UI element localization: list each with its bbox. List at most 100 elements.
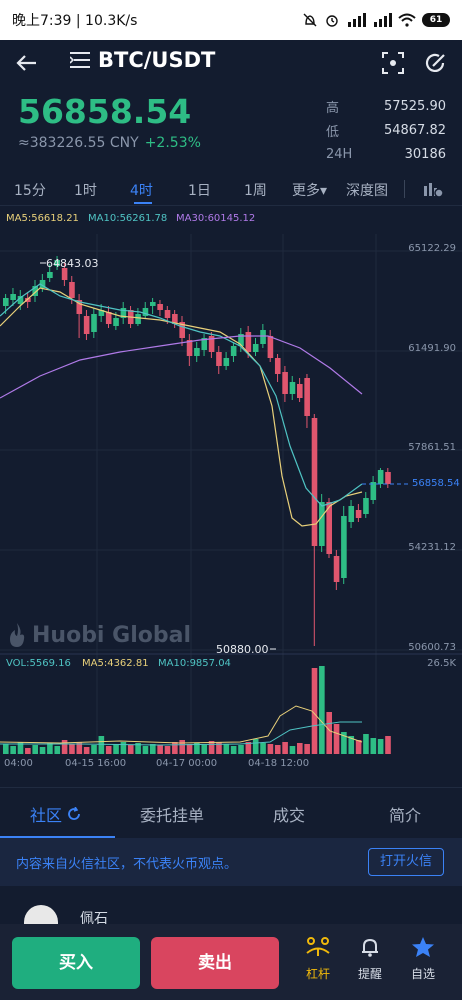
notice-text: 内容来自火信社区，不代表火币观点。: [16, 857, 238, 872]
buy-button[interactable]: 买入: [12, 937, 140, 989]
candle-body: [230, 346, 237, 356]
header: BTC/USDT: [0, 40, 462, 86]
candle-body: [355, 510, 362, 518]
tab-trades[interactable]: 成交: [273, 802, 305, 826]
candle-body: [304, 378, 310, 416]
battery-indicator: 61: [422, 13, 450, 27]
candle-body: [311, 418, 318, 546]
candle-body: [333, 556, 340, 582]
huobi-flame-icon: [10, 623, 25, 647]
tab-more[interactable]: 更多▾: [292, 180, 327, 200]
candle-body: [47, 272, 53, 278]
avatar[interactable]: [24, 905, 58, 925]
volume-bar: [120, 742, 127, 754]
candle-body: [377, 470, 384, 484]
watermark-text: Huobi Global: [32, 622, 191, 648]
tab-open-orders[interactable]: 委托挂单: [140, 802, 204, 826]
tab-1d[interactable]: 1日: [188, 180, 211, 200]
refresh-icon[interactable]: [422, 50, 448, 76]
tab-1w[interactable]: 1周: [244, 180, 267, 200]
vol-legend: VOL:5569.16: [6, 658, 71, 669]
sell-button[interactable]: 卖出: [151, 937, 279, 989]
candle-body: [297, 384, 303, 398]
volume-bar: [289, 746, 296, 754]
tab-1h[interactable]: 1时: [74, 180, 97, 200]
y-tick: 57861.51: [408, 442, 456, 453]
volume-bar: [172, 742, 178, 754]
alarm-icon: [326, 15, 338, 27]
volume-bar: [10, 746, 16, 754]
screenshot-icon[interactable]: [380, 50, 406, 76]
footer-bar: 买入 卖出 杠杆 提醒 自选: [0, 924, 462, 1000]
volume-bar: [223, 744, 230, 754]
vol-ma10-legend: MA10:9857.04: [158, 658, 231, 669]
volume-bar: [3, 744, 9, 754]
candle-body: [83, 316, 90, 334]
volume-bar: [157, 745, 163, 754]
volume-bar: [260, 743, 266, 754]
volume-bar: [377, 739, 384, 754]
candle-body: [319, 502, 325, 546]
volume-bar: [69, 744, 75, 754]
candle-body: [274, 358, 281, 374]
open-huoxin-button[interactable]: 打开火信: [368, 848, 444, 876]
volume-bar: [297, 743, 303, 754]
vol-ma5-line: [0, 705, 363, 744]
leverage-button[interactable]: 杠杆: [296, 936, 340, 982]
interval-tabs: 15分 1时 4时 1日 1周 更多▾ 深度图: [0, 172, 462, 206]
candle-body: [135, 314, 141, 324]
volume-bar: [238, 745, 244, 754]
tab-depth[interactable]: 深度图: [346, 180, 388, 200]
volume-bar: [326, 712, 332, 754]
chart-settings-icon[interactable]: [422, 178, 444, 200]
tab-community[interactable]: 社区: [30, 802, 81, 826]
high-price-label: 64843.03: [46, 257, 99, 270]
wifi-icon: [398, 13, 416, 27]
y-tick: 50600.73: [408, 642, 456, 653]
candle-body: [91, 314, 97, 332]
candle-body: [385, 472, 391, 484]
candle-body: [252, 344, 259, 352]
pair-selector[interactable]: BTC/USDT: [70, 48, 215, 72]
bell-icon: [362, 938, 378, 957]
signal-icon: [348, 13, 366, 27]
tab-4h[interactable]: 4时: [130, 180, 153, 200]
candle-body: [69, 282, 75, 298]
refresh-small-icon: [68, 806, 81, 820]
price-block: 56858.54 ≈383226.55 CNY +2.53%: [18, 92, 201, 151]
volume-bar: [150, 744, 156, 754]
menu-list-icon: [70, 52, 90, 68]
signal-icon-2: [374, 13, 392, 27]
volume-bar: [142, 746, 149, 754]
stats-panel: 高 57525.90 低 54867.82 24H 30186: [326, 94, 446, 166]
bottom-tabs: 社区 委托挂单 成交 简介: [0, 787, 462, 838]
stat-volume: 24H 30186: [326, 146, 446, 162]
candle-body: [10, 294, 16, 300]
candle-body: [341, 516, 347, 578]
x-tick: 04-18 12:00: [248, 758, 310, 769]
last-price: 56858.54: [18, 92, 192, 131]
x-tick: 04-15 16:00: [65, 758, 127, 769]
last-price-line-label: 56858.54: [412, 478, 460, 489]
volume-max-label: 26.5K: [427, 658, 456, 669]
volume-bar: [32, 745, 38, 754]
candle-body: [370, 482, 377, 500]
x-tick: 04:00: [4, 758, 33, 769]
legend-ma30: MA30:60145.12: [176, 213, 256, 224]
favorite-button[interactable]: 自选: [401, 936, 445, 982]
volume-bar: [98, 736, 105, 754]
candle-body: [164, 310, 171, 318]
volume-bar: [61, 740, 68, 754]
back-arrow-icon[interactable]: [14, 50, 40, 76]
volume-bar: [91, 745, 97, 754]
volume-bar: [47, 743, 53, 754]
volume-bar: [363, 734, 369, 754]
tab-15m[interactable]: 15分: [14, 180, 46, 200]
status-time: 晚上7:39 | 10.3K/s: [12, 13, 138, 29]
volume-bar: [282, 742, 288, 754]
volume-bar: [83, 747, 90, 754]
candlestick-chart[interactable]: MA5:56618.21 MA10:56261.78 MA30:60145.12…: [0, 206, 462, 776]
tab-intro[interactable]: 简介: [389, 802, 421, 826]
alert-button[interactable]: 提醒: [348, 936, 392, 982]
volume-bar: [385, 736, 391, 754]
